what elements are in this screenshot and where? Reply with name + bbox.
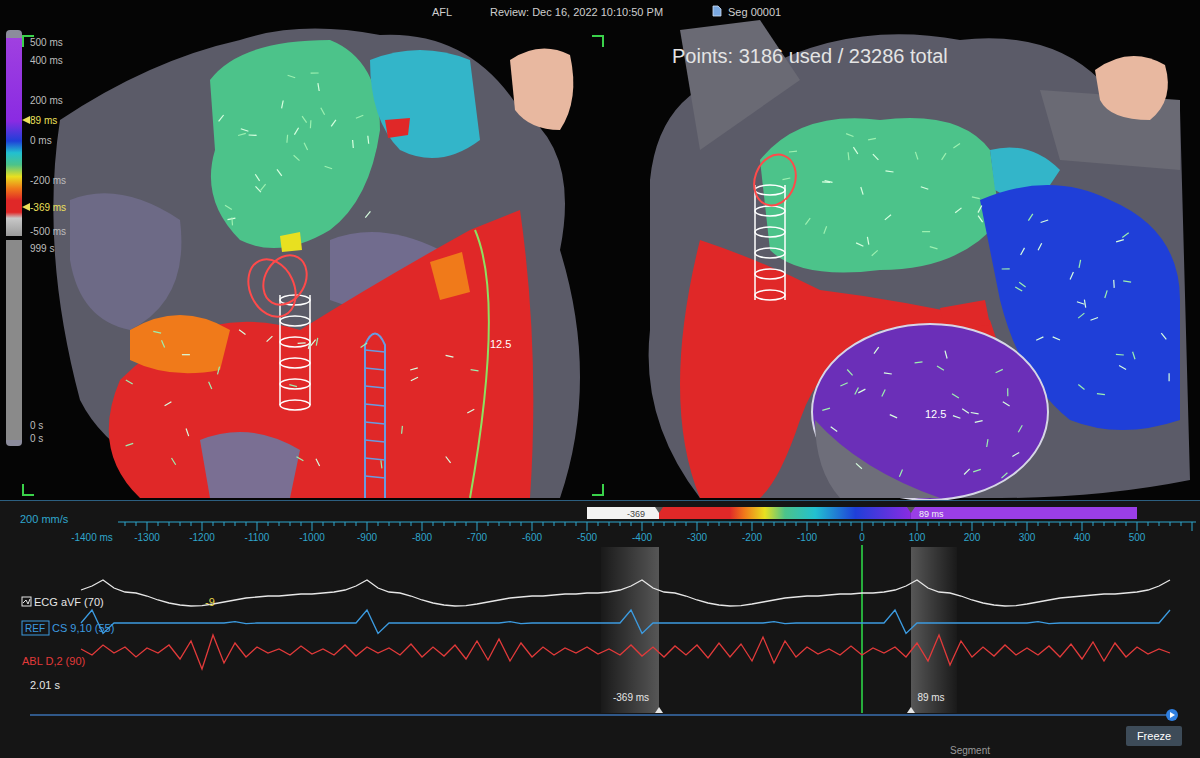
time-tick-label: -1000 <box>299 532 325 543</box>
time-tick-label: -1100 <box>245 532 270 543</box>
signal-trace <box>81 635 1170 669</box>
time-tick-label: 400 <box>1074 532 1091 543</box>
time-scale-bar[interactable] <box>6 240 22 440</box>
scale-tick-label: 0 ms <box>30 133 52 148</box>
channel-label: ABL D,2 (90) <box>22 655 85 667</box>
time-tick-label: 500 <box>1129 532 1146 543</box>
time-tick-label: -100 <box>797 532 817 543</box>
signal-trace <box>81 610 1170 633</box>
channel-label: ECG aVF (70) <box>34 596 104 608</box>
reference-line[interactable] <box>861 545 863 713</box>
color-scale[interactable]: 500 ms 400 ms 200 ms 89 ms 0 ms -200 ms -369 m… <box>0 0 80 460</box>
time-tick-label: -1400 ms <box>71 532 113 543</box>
map-label: 12.5 <box>925 406 946 423</box>
map-title: AFL <box>432 4 452 21</box>
time-scale-label: 0 s <box>30 431 43 446</box>
window-duration: 2.01 s <box>30 679 60 691</box>
channel-icon[interactable] <box>22 597 31 606</box>
scale-tick-label: 400 ms <box>30 53 63 68</box>
time-tick-label: -600 <box>522 532 542 543</box>
colorbar-marker-icon[interactable] <box>907 507 915 513</box>
scale-marker-icon[interactable] <box>22 116 30 124</box>
time-tick-label: -1200 <box>189 532 215 543</box>
time-scale-label: 0 s <box>30 418 43 433</box>
signal-trace <box>81 580 1170 606</box>
scale-tick-label: -500 ms <box>30 224 66 239</box>
ref-badge-label: REF <box>25 623 45 634</box>
time-tick-label: -700 <box>467 532 487 543</box>
scale-cap[interactable] <box>6 30 22 38</box>
time-tick-label: 300 <box>1019 532 1036 543</box>
review-scrollbar[interactable] <box>30 714 1168 716</box>
time-ruler <box>118 522 1196 523</box>
review-time: Review: Dec 16, 2022 10:10:50 PM <box>490 4 663 21</box>
freeze-label: Freeze <box>1137 730 1171 742</box>
right-map[interactable] <box>649 20 1190 500</box>
timeline-colorbar[interactable]: -369 89 ms <box>587 507 1137 519</box>
time-tick-label: 0 <box>859 532 865 543</box>
scale-marker-label: -369 ms <box>30 200 66 215</box>
time-tick-label: 200 <box>964 532 981 543</box>
signal-panel: -369 89 ms 200 mm/s-1400 ms -1300 -1200 -1100… <box>0 500 1200 758</box>
time-tick-label: -800 <box>412 532 432 543</box>
window-marker-icon[interactable] <box>655 707 663 713</box>
window-label: -369 ms <box>613 692 649 703</box>
segment-name: Seg 00001 <box>728 4 781 21</box>
time-tick-label: -400 <box>632 532 652 543</box>
time-tick-label: -1300 <box>134 532 160 543</box>
scroll-knob-icon[interactable] <box>1166 709 1178 721</box>
time-tick-label: -300 <box>687 532 707 543</box>
colorbar-marker-icon[interactable] <box>655 507 663 513</box>
corner-bracket <box>22 484 34 496</box>
window-end-shade[interactable] <box>911 547 957 713</box>
scale-marker-label: 89 ms <box>30 113 57 128</box>
freeze-button[interactable]: Freeze <box>1126 726 1182 746</box>
corner-bracket <box>592 35 604 47</box>
channel-label: CS 9,10 (55) <box>52 622 114 634</box>
points-count: Points: 3186 used / 23286 total <box>672 41 948 71</box>
time-tick-label: 100 <box>909 532 926 543</box>
mapping-screen: 12.5 12.5 AFL Review: Dec 16, 2022 10:10:50… <box>0 0 1200 758</box>
scale-tick-label: -200 ms <box>30 173 66 188</box>
signal-chart[interactable]: -369 89 ms 200 mm/s-1400 ms -1300 -1200 -1100… <box>0 501 1200 758</box>
window-marker-icon[interactable] <box>907 707 915 713</box>
scale-gradient[interactable] <box>6 38 22 236</box>
map-viewport[interactable]: 12.5 12.5 AFL Review: Dec 16, 2022 10:10:50… <box>0 0 1200 500</box>
scale-cap[interactable] <box>6 440 22 446</box>
colorbar-marker-label: 89 ms <box>919 509 944 519</box>
time-scale-label: 999 s <box>30 241 54 256</box>
document-icon <box>712 5 722 17</box>
scale-tick-label: 200 ms <box>30 93 63 108</box>
corner-bracket <box>592 484 604 496</box>
colorbar-marker-label: -369 <box>627 509 645 519</box>
status-text: Segment <box>950 745 990 756</box>
sweep-speed: 200 mm/s <box>20 513 69 525</box>
time-tick-label: -900 <box>357 532 377 543</box>
map-label: 12.5 <box>490 336 511 353</box>
maps-canvas[interactable] <box>0 0 1200 500</box>
channel-reading: -9 <box>205 596 215 608</box>
left-map[interactable] <box>53 29 580 498</box>
time-tick-label: -200 <box>742 532 762 543</box>
scale-tick-label: 500 ms <box>30 35 63 50</box>
window-label: 89 ms <box>917 692 944 703</box>
ref-badge <box>22 621 49 635</box>
scale-marker-icon[interactable] <box>22 203 30 211</box>
window-start-shade[interactable] <box>601 547 659 713</box>
time-tick-label: -500 <box>577 532 597 543</box>
